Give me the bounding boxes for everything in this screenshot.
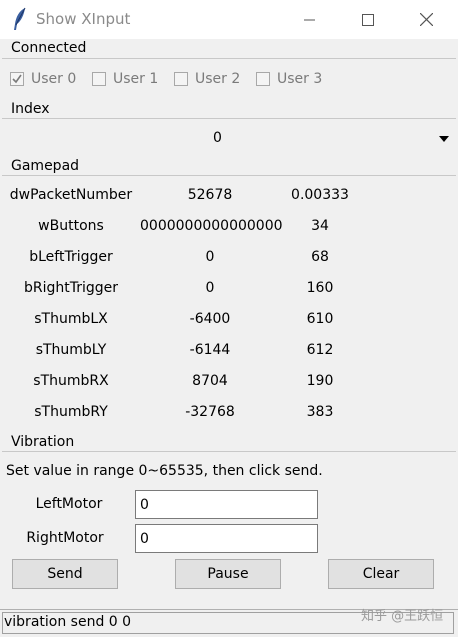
- pause-button-label: Pause: [207, 566, 249, 582]
- row-extra: 34: [311, 218, 329, 234]
- gamepad-frame: [2, 175, 456, 176]
- row-value: 0: [205, 249, 215, 265]
- user-3-label: User 3: [277, 71, 323, 87]
- close-button[interactable]: [397, 0, 455, 39]
- row-value: 8704: [192, 373, 228, 389]
- minimize-button[interactable]: [281, 0, 339, 39]
- vibration-frame: [2, 451, 456, 452]
- row-name: sThumbLY: [35, 342, 107, 358]
- row-value: 52678: [187, 187, 233, 203]
- dropdown-arrow-icon: [439, 136, 449, 142]
- index-label: Index: [9, 101, 52, 117]
- row-extra: 160: [306, 280, 334, 296]
- row-name: bLeftTrigger: [29, 249, 113, 265]
- row-extra: 68: [311, 249, 329, 265]
- index-dropdown[interactable]: 0: [4, 124, 454, 152]
- window-title: Show XInput: [36, 10, 131, 28]
- row-value: -6400: [189, 311, 231, 327]
- left-motor-input[interactable]: [135, 490, 318, 519]
- status-text: vibration send 0 0: [4, 614, 132, 630]
- row-name: sThumbRX: [33, 373, 109, 389]
- right-motor-label: RightMotor: [26, 530, 104, 546]
- pause-button[interactable]: Pause: [175, 559, 281, 589]
- checkbox-icon: [92, 72, 106, 86]
- user-3-checkbox[interactable]: User 3: [256, 71, 322, 87]
- connected-label: Connected: [9, 40, 89, 56]
- user-2-label: User 2: [195, 71, 241, 87]
- row-extra: 610: [306, 311, 334, 327]
- index-frame: [2, 118, 456, 119]
- row-extra: 0.00333: [291, 187, 349, 203]
- user-0-checkbox[interactable]: User 0: [10, 71, 76, 87]
- row-value: -32768: [185, 404, 235, 420]
- vibration-instruction: Set value in range 0~65535, then click s…: [6, 463, 323, 479]
- user-2-checkbox[interactable]: User 2: [174, 71, 240, 87]
- row-name: dwPacketNumber: [9, 187, 133, 203]
- clear-button-label: Clear: [362, 566, 400, 582]
- clear-button[interactable]: Clear: [328, 559, 434, 589]
- vibration-label: Vibration: [9, 434, 77, 450]
- row-value: 0000000000000000: [140, 218, 283, 234]
- row-value: -6144: [189, 342, 231, 358]
- send-button-label: Send: [47, 566, 83, 582]
- row-extra: 383: [306, 404, 334, 420]
- left-motor-label: LeftMotor: [35, 496, 103, 512]
- maximize-icon: [362, 13, 374, 26]
- feather-icon: [14, 7, 26, 30]
- send-button[interactable]: Send: [12, 559, 118, 589]
- checkbox-icon: [256, 72, 270, 86]
- right-motor-input[interactable]: [135, 524, 318, 553]
- user-0-label: User 0: [31, 71, 77, 87]
- row-name: sThumbLX: [34, 311, 108, 327]
- row-value: 0: [205, 280, 215, 296]
- maximize-button[interactable]: [339, 0, 397, 39]
- checkbox-icon: [174, 72, 188, 86]
- row-name: wButtons: [38, 218, 104, 234]
- close-icon: [419, 13, 433, 26]
- checkbox-checked-icon: [10, 72, 24, 86]
- row-extra: 190: [306, 373, 334, 389]
- connected-frame: [2, 58, 456, 59]
- index-dropdown-value: 0: [213, 130, 222, 146]
- minimize-icon: [304, 19, 315, 20]
- user-1-label: User 1: [113, 71, 159, 87]
- row-name: sThumbRY: [34, 404, 108, 420]
- watermark: 知乎 @王跃恒: [361, 609, 444, 624]
- gamepad-label: Gamepad: [9, 158, 82, 174]
- row-name: bRightTrigger: [23, 280, 119, 296]
- user-1-checkbox[interactable]: User 1: [92, 71, 158, 87]
- row-extra: 612: [306, 342, 334, 358]
